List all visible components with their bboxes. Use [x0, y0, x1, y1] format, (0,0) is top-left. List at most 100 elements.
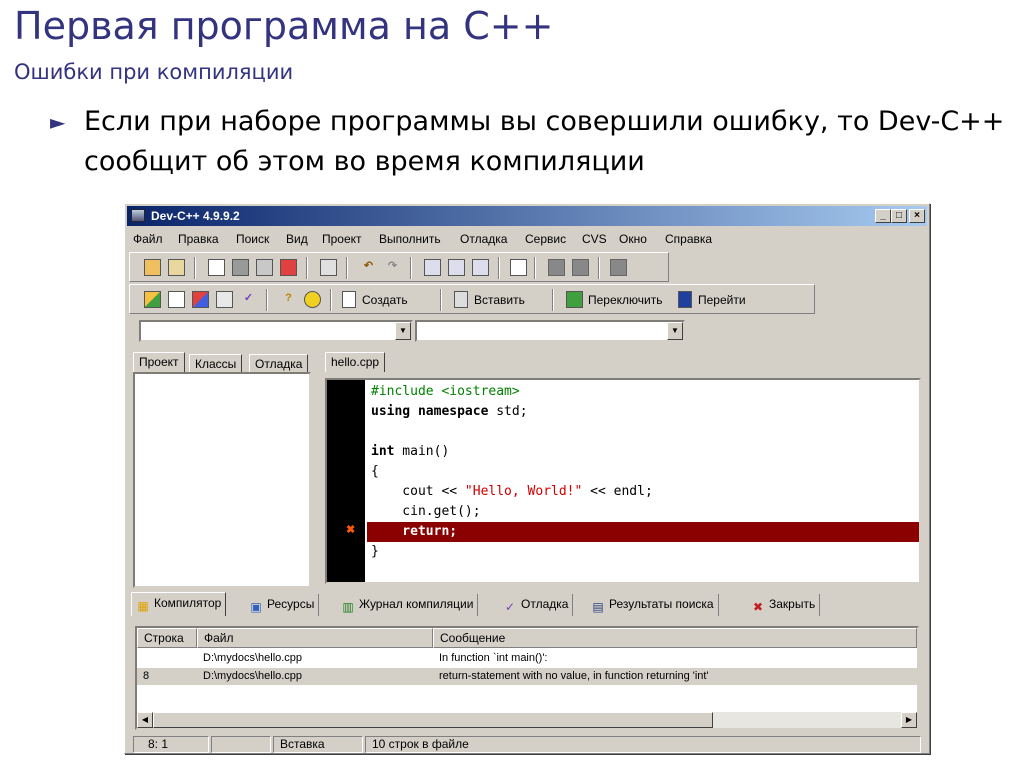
debug-check-icon[interactable]: ✓ [240, 291, 257, 308]
toggle-button[interactable]: Переключить [588, 293, 662, 307]
undo-icon[interactable]: ↶ [360, 259, 377, 276]
insert-icon[interactable] [454, 291, 468, 308]
toolbar-separator [534, 257, 536, 279]
rebuild-all-icon[interactable] [216, 291, 233, 308]
menu-run[interactable]: Выполнить [379, 232, 441, 246]
code-editor[interactable]: ✖ #include <iostream> using namespace st… [325, 378, 921, 584]
tab-search-results[interactable]: ▤ Результаты поиска [587, 594, 719, 616]
run-icon[interactable] [168, 291, 185, 308]
main-toolbar: ↶ ↷ [129, 252, 669, 282]
code-line-5: { [371, 464, 379, 479]
replace-icon[interactable] [448, 259, 465, 276]
new-project-icon[interactable] [144, 259, 161, 276]
redo-icon[interactable]: ↷ [384, 259, 401, 276]
toggle-bookmark-icon[interactable] [566, 291, 583, 308]
find-icon[interactable] [424, 259, 441, 276]
column-line[interactable]: Строка [137, 628, 197, 648]
tab-compiler[interactable]: ▦ Компилятор [131, 592, 227, 616]
toolbar-separator [346, 257, 348, 279]
bullet-marker-icon: ► [50, 110, 66, 134]
horizontal-scrollbar[interactable]: ◀ ▶ [137, 712, 917, 728]
tab-resources[interactable]: ▣ Ресурсы [245, 594, 320, 616]
slide-subtitle: Ошибки при компиляции [14, 60, 294, 84]
new-class-icon[interactable] [342, 291, 356, 308]
resources-icon: ▣ [250, 600, 262, 614]
table-row[interactable]: D:\mydocs\hello.cpp In function `int mai… [137, 650, 917, 667]
close-button[interactable]: × [909, 209, 925, 223]
find-next-icon[interactable] [472, 259, 489, 276]
line-count: 10 строк в файле [365, 736, 921, 753]
member-combo[interactable]: ▼ [415, 320, 685, 342]
table-header: Строка Файл Сообщение [137, 628, 917, 648]
scroll-left-icon[interactable]: ◀ [137, 712, 153, 728]
table-row[interactable]: 8 D:\mydocs\hello.cpp return-statement w… [137, 668, 917, 685]
remove-from-project-icon[interactable] [572, 259, 589, 276]
editor-gutter[interactable]: ✖ [327, 380, 365, 582]
column-message[interactable]: Сообщение [433, 628, 917, 648]
goto-button[interactable]: Перейти [698, 293, 746, 307]
app-icon [131, 209, 145, 222]
search-results-icon: ▤ [592, 600, 604, 614]
tab-hello-cpp[interactable]: hello.cpp [325, 352, 386, 372]
toolbar-separator [440, 289, 442, 311]
insert-button[interactable]: Вставить [474, 293, 525, 307]
tab-classes[interactable]: Классы [189, 354, 243, 374]
menu-project[interactable]: Проект [322, 232, 362, 246]
menu-debug[interactable]: Отладка [460, 232, 507, 246]
tab-output-debug[interactable]: ✓ Отладка [499, 594, 574, 616]
bullet-text: Если при наборе программы вы совершили о… [84, 106, 1005, 177]
error-marker-icon: ✖ [346, 524, 356, 536]
compile-run-icon[interactable] [192, 291, 209, 308]
menu-cvs[interactable]: CVS [582, 232, 607, 246]
goto-bookmark-icon[interactable] [678, 291, 692, 308]
tab-compile-log[interactable]: ▥ Журнал компиляции [337, 594, 479, 616]
scroll-right-icon[interactable]: ▶ [901, 712, 917, 728]
menu-view[interactable]: Вид [286, 232, 308, 246]
project-options-icon[interactable] [610, 259, 627, 276]
save-icon[interactable] [232, 259, 249, 276]
compile-icon[interactable] [144, 291, 161, 308]
title-bar[interactable]: Dev-C++ 4.9.9.2 _ □ × [127, 206, 927, 226]
tab-close[interactable]: ✖ Закрыть [747, 594, 821, 616]
menu-search[interactable]: Поиск [236, 232, 269, 246]
insert-mode: Вставка [273, 736, 363, 753]
code-line-1: #include <iostream> [371, 384, 520, 399]
column-file[interactable]: Файл [197, 628, 433, 648]
code-line-4: int main() [371, 444, 450, 459]
project-tree[interactable] [133, 372, 311, 588]
minimize-button[interactable]: _ [875, 209, 891, 223]
menu-help[interactable]: Справка [665, 232, 712, 246]
close-file-icon[interactable] [280, 259, 297, 276]
compiler-messages-table[interactable]: Строка Файл Сообщение D:\mydocs\hello.cp… [135, 626, 919, 730]
slide-title: Первая программа на C++ [14, 4, 554, 48]
save-all-icon[interactable] [256, 259, 273, 276]
about-icon[interactable] [304, 291, 321, 308]
dropdown-arrow-icon[interactable]: ▼ [667, 322, 683, 340]
bullet-point: ► Если при наборе программы вы совершили… [50, 102, 1012, 182]
goto-line-icon[interactable] [510, 259, 527, 276]
toolbar-separator [266, 289, 268, 311]
create-button[interactable]: Создать [362, 293, 408, 307]
help-icon[interactable]: ? [280, 291, 297, 308]
cell-message: return-statement with no value, in funct… [439, 670, 709, 682]
menu-edit[interactable]: Правка [178, 232, 219, 246]
print-icon[interactable] [320, 259, 337, 276]
tab-project[interactable]: Проект [133, 352, 185, 372]
code-line-2: using namespace std; [371, 404, 528, 419]
dropdown-arrow-icon[interactable]: ▼ [395, 322, 411, 340]
window-title: Dev-C++ 4.9.9.2 [151, 209, 240, 223]
new-file-icon[interactable] [208, 259, 225, 276]
scroll-thumb[interactable] [153, 712, 713, 728]
menu-window[interactable]: Окно [619, 232, 647, 246]
close-icon: ✖ [752, 600, 764, 614]
code-line-8-error: return; [367, 522, 919, 542]
toolbar-separator [552, 289, 554, 311]
class-combo[interactable]: ▼ [139, 320, 413, 342]
menu-file[interactable]: Файл [133, 232, 163, 246]
maximize-button[interactable]: □ [891, 209, 907, 223]
open-project-icon[interactable] [168, 259, 185, 276]
menu-tools[interactable]: Сервис [525, 232, 566, 246]
cell-file: D:\mydocs\hello.cpp [203, 652, 303, 664]
add-to-project-icon[interactable] [548, 259, 565, 276]
tab-debug[interactable]: Отладка [249, 354, 309, 374]
